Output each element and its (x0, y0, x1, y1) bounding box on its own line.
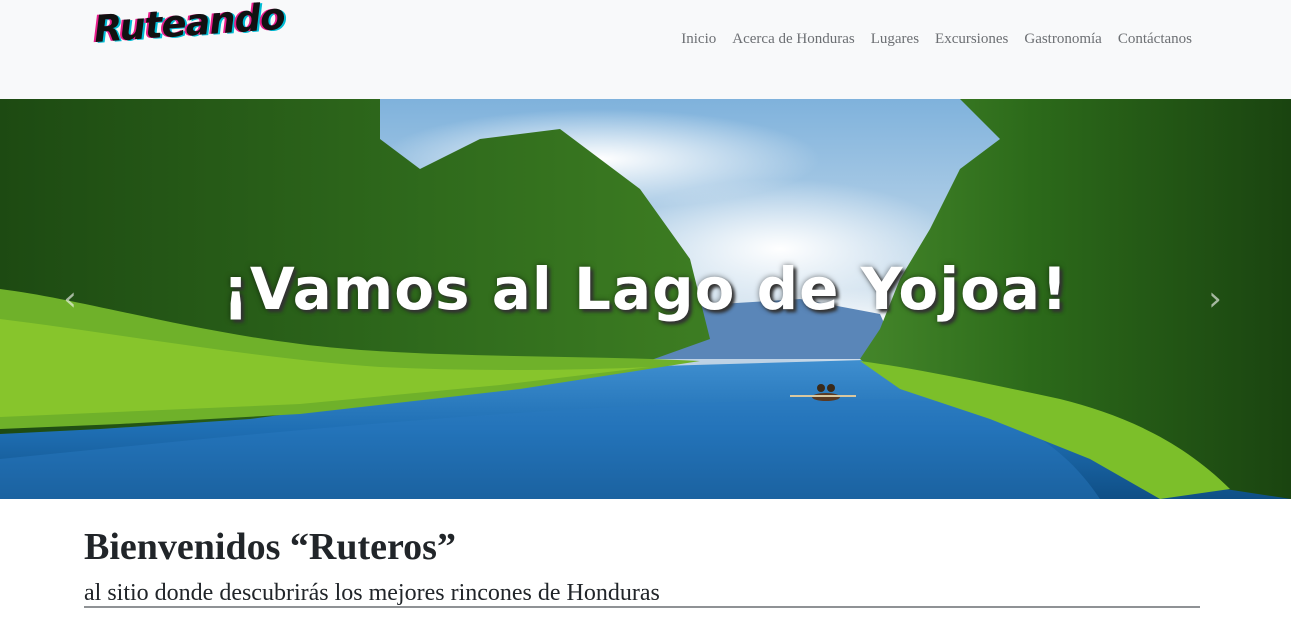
chevron-right-icon: › (1208, 279, 1222, 319)
nav-menu: Inicio Acerca de Honduras Lugares Excurs… (681, 31, 1192, 48)
welcome-subtitle: al sitio donde descubrirás los mejores r… (84, 580, 660, 606)
hero-caption: ¡Vamos al Lago de Yojoa! (222, 255, 1069, 323)
navbar: Ruteando Inicio Acerca de Honduras Lugar… (0, 0, 1291, 99)
nav-item-inicio[interactable]: Inicio (681, 31, 716, 48)
nav-item-acerca-de-honduras[interactable]: Acerca de Honduras (732, 31, 854, 48)
welcome-title: Bienvenidos “Ruteros” (84, 526, 456, 568)
chevron-left-icon: ‹ (63, 279, 77, 319)
hero-carousel: ¡Vamos al Lago de Yojoa! ‹ › (0, 99, 1291, 499)
brand-logo[interactable]: Ruteando (93, 0, 286, 51)
nav-item-lugares[interactable]: Lugares (871, 31, 919, 48)
nav-item-excursiones[interactable]: Excursiones (935, 31, 1008, 48)
nav-item-contactanos[interactable]: Contáctanos (1118, 31, 1192, 48)
nav-item-gastronomia[interactable]: Gastronomía (1024, 31, 1101, 48)
carousel-next-button[interactable]: › (1201, 279, 1229, 319)
divider (84, 606, 1200, 608)
carousel-prev-button[interactable]: ‹ (56, 279, 84, 319)
